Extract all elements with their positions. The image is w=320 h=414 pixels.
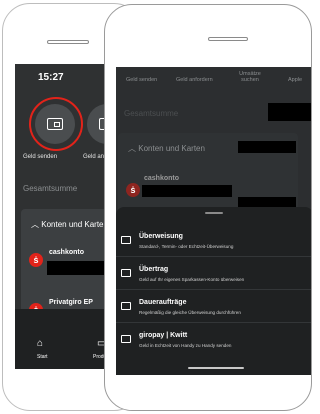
standing-order-icon — [121, 302, 131, 310]
account-name[interactable]: Privatgiro EP — [49, 299, 93, 306]
accounts-header[interactable]: ︿ Konten und Karten — [128, 143, 205, 154]
sparkasse-icon: ṡ — [126, 183, 140, 197]
option-title: Übertrag — [139, 266, 169, 273]
redacted-total — [268, 103, 311, 121]
redacted-balance — [142, 185, 232, 197]
accounts-panel: ︿ Konten und Karten ṡ cashkonto — [118, 133, 298, 213]
account-name[interactable]: cashkonto — [49, 249, 84, 256]
speaker — [47, 40, 89, 44]
quick-action-label: Geld anf — [83, 154, 106, 160]
tab-geld-anfordern[interactable]: Geld anfordern — [176, 77, 213, 83]
option-title: Überweisung — [139, 233, 183, 240]
total-label: Gesamtsumme — [124, 109, 179, 118]
sheet-grabber[interactable] — [205, 212, 223, 214]
tab-umsaetze-suchen[interactable]: Umsätze suchen — [235, 71, 265, 83]
option-subtitle: Geld auf Ihr eigenes Sparkassen-Konto üb… — [139, 277, 245, 282]
option-uebertrag[interactable]: Übertrag Geld auf Ihr eigenes Sparkassen… — [116, 260, 311, 290]
chevron-up-icon: ︿ — [31, 220, 42, 229]
giropay-icon — [121, 335, 131, 343]
speaker — [208, 37, 248, 41]
total-label: Gesamtsumme — [23, 184, 78, 193]
option-subtitle: Regelmäßig die gleiche Überweisung durch… — [139, 310, 241, 315]
option-title: Daueraufträge — [139, 299, 187, 306]
tab-apple[interactable]: Apple — [288, 77, 302, 83]
quick-action-label: Geld senden — [23, 154, 58, 160]
nav-label-start[interactable]: Start — [37, 354, 48, 360]
option-dauerauftraege[interactable]: Daueraufträge Regelmäßig die gleiche Übe… — [116, 293, 311, 323]
front-phone-frame: Geld senden Geld anfordern Umsätze suche… — [104, 4, 312, 411]
option-subtitle: Standard-, Termin- oder Echtzeit-Überwei… — [139, 244, 234, 249]
sparkasse-icon: ṡ — [29, 253, 43, 267]
home-icon[interactable]: ⌂ — [37, 338, 43, 349]
option-giropay-kwitt[interactable]: giropay | Kwitt Geld in Echtzeit von Han… — [116, 326, 311, 356]
payment-options-sheet: Überweisung Standard-, Termin- oder Echt… — [116, 207, 311, 375]
account-name[interactable]: cashkonto — [144, 175, 179, 182]
chevron-up-icon: ︿ — [128, 144, 139, 153]
option-subtitle: Geld in Echtzeit von Handy zu Handy send… — [139, 343, 232, 348]
status-time: 15:27 — [38, 72, 64, 83]
accounts-header[interactable]: ︿ Konten und Karte — [31, 219, 104, 230]
highlight-ring — [29, 97, 83, 151]
transfer-card-icon — [121, 236, 131, 244]
front-screen: Geld senden Geld anfordern Umsätze suche… — [116, 67, 311, 375]
option-title: giropay | Kwitt — [139, 332, 188, 339]
redacted-value — [238, 141, 296, 153]
tab-geld-senden[interactable]: Geld senden — [126, 77, 157, 83]
internal-transfer-icon — [121, 269, 131, 277]
option-ueberweisung[interactable]: Überweisung Standard-, Termin- oder Echt… — [116, 227, 311, 257]
home-indicator — [188, 367, 244, 369]
